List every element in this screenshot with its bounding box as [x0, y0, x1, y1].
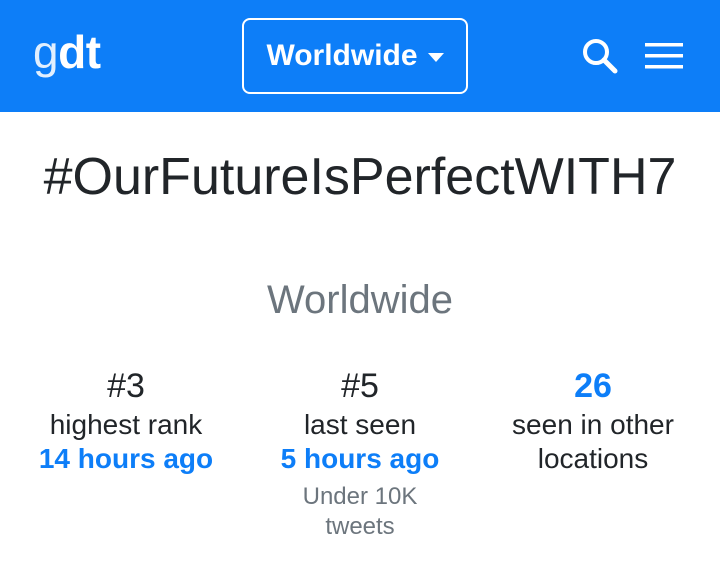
hamburger-menu-icon [645, 43, 683, 69]
logo-bold-text: dt [58, 26, 101, 78]
location-dropdown-button[interactable]: Worldwide [242, 18, 468, 94]
top-navbar: gdt Worldwide [0, 0, 720, 112]
logo-light-text: g [33, 26, 59, 78]
highest-rank-time-link[interactable]: 14 hours ago [6, 442, 246, 476]
stat-other-locations: 26 seen in other locations [473, 364, 713, 476]
menu-button[interactable] [644, 40, 684, 72]
gdt-logo[interactable]: gdt [33, 24, 101, 80]
stat-last-seen: #5 last seen 5 hours ago Under 10K tweet… [240, 364, 480, 542]
stat-highest-rank: #3 highest rank 14 hours ago [6, 364, 246, 476]
highest-rank-value: #3 [107, 367, 145, 405]
trend-location: Worldwide [267, 278, 453, 322]
location-dropdown-label: Worldwide [266, 39, 418, 72]
last-seen-rank-value: #5 [341, 367, 379, 405]
trend-title: #OurFutureIsPerfectWITH7 [43, 148, 677, 206]
last-seen-time-link[interactable]: 5 hours ago [240, 442, 480, 476]
other-locations-count-link[interactable]: 26 [473, 364, 713, 408]
search-button[interactable] [580, 36, 620, 76]
search-icon [583, 39, 618, 74]
tweet-volume-note: Under 10K tweets [302, 483, 418, 540]
last-seen-label: last seen [303, 409, 417, 440]
highest-rank-label: highest rank [49, 409, 203, 440]
other-locations-label: seen in other locations [512, 409, 674, 474]
caret-down-icon [427, 52, 444, 62]
